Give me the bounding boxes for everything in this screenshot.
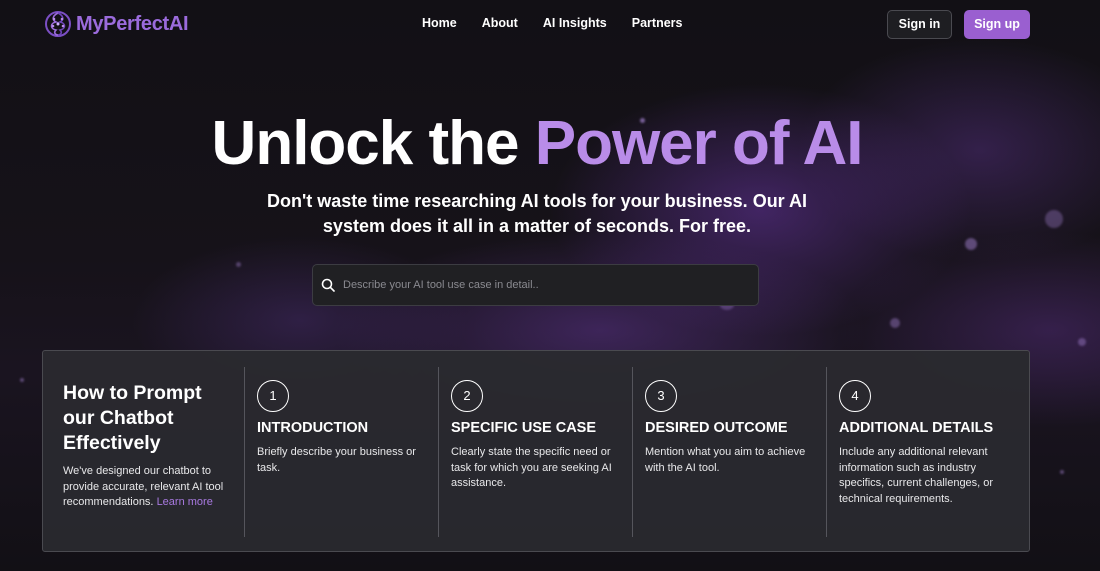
bg-sparkle (1060, 470, 1064, 474)
prompt-guide-panel: How to Prompt our Chatbot Effectively We… (42, 350, 1030, 552)
step-number: 1 (257, 380, 289, 412)
divider (826, 367, 827, 537)
step-specific-use-case: 2 SPECIFIC USE CASE Clearly state the sp… (451, 380, 626, 492)
nav-link-ai-insights[interactable]: AI Insights (543, 16, 607, 30)
logo-text: MyPerfectAI (76, 12, 189, 35)
bg-sparkle (1045, 210, 1063, 228)
step-description: Clearly state the specific need or task … (451, 446, 612, 489)
sign-in-button[interactable]: Sign in (887, 10, 952, 39)
sign-up-button[interactable]: Sign up (964, 10, 1030, 39)
guide-intro: How to Prompt our Chatbot Effectively We… (63, 381, 233, 511)
bg-sparkle (236, 262, 241, 267)
site-logo[interactable]: MyPerfectAI (44, 10, 189, 38)
divider (438, 367, 439, 537)
divider (632, 367, 633, 537)
nav-link-about[interactable]: About (482, 16, 518, 30)
step-desired-outcome: 3 DESIRED OUTCOME Mention what you aim t… (645, 380, 820, 476)
hero-subtitle: Don't waste time researching AI tools fo… (266, 191, 808, 236)
step-number: 4 (839, 380, 871, 412)
hero-title-plain: Unlock the (211, 109, 535, 178)
divider (244, 367, 245, 537)
nav-links: Home About AI Insights Partners (422, 16, 707, 30)
guide-title: How to Prompt our Chatbot Effectively (63, 382, 202, 454)
top-navigation: MyPerfectAI Home About AI Insights Partn… (0, 0, 1100, 48)
hero-title: Unlock the Power of AI (0, 108, 1074, 179)
search-box (312, 264, 759, 306)
step-number: 2 (451, 380, 483, 412)
search-input[interactable] (343, 265, 748, 305)
guide-text: We've designed our chatbot to provide ac… (63, 464, 233, 511)
brain-logo-icon (45, 11, 71, 37)
step-description: Mention what you aim to achieve with the… (645, 446, 806, 474)
step-title: INTRODUCTION (257, 420, 369, 436)
nav-link-partners[interactable]: Partners (632, 16, 683, 30)
step-title: SPECIFIC USE CASE (451, 420, 597, 436)
step-introduction: 1 INTRODUCTION Briefly describe your bus… (257, 380, 432, 476)
step-title: ADDITIONAL DETAILS (839, 420, 994, 436)
step-additional-details: 4 ADDITIONAL DETAILS Include any additio… (839, 380, 1014, 507)
step-description: Briefly describe your business or task. (257, 446, 416, 474)
search-icon (321, 278, 335, 292)
bg-sparkle (1078, 338, 1086, 346)
step-title: DESIRED OUTCOME (645, 420, 788, 436)
learn-more-link[interactable]: Learn more (157, 496, 213, 508)
bg-sparkle (965, 238, 977, 250)
bg-sparkle (890, 318, 900, 328)
step-number: 3 (645, 380, 677, 412)
step-description: Include any additional relevant informat… (839, 446, 994, 505)
hero-title-accent: Power of AI (534, 109, 864, 178)
bg-sparkle (20, 378, 24, 382)
nav-link-home[interactable]: Home (422, 16, 457, 30)
